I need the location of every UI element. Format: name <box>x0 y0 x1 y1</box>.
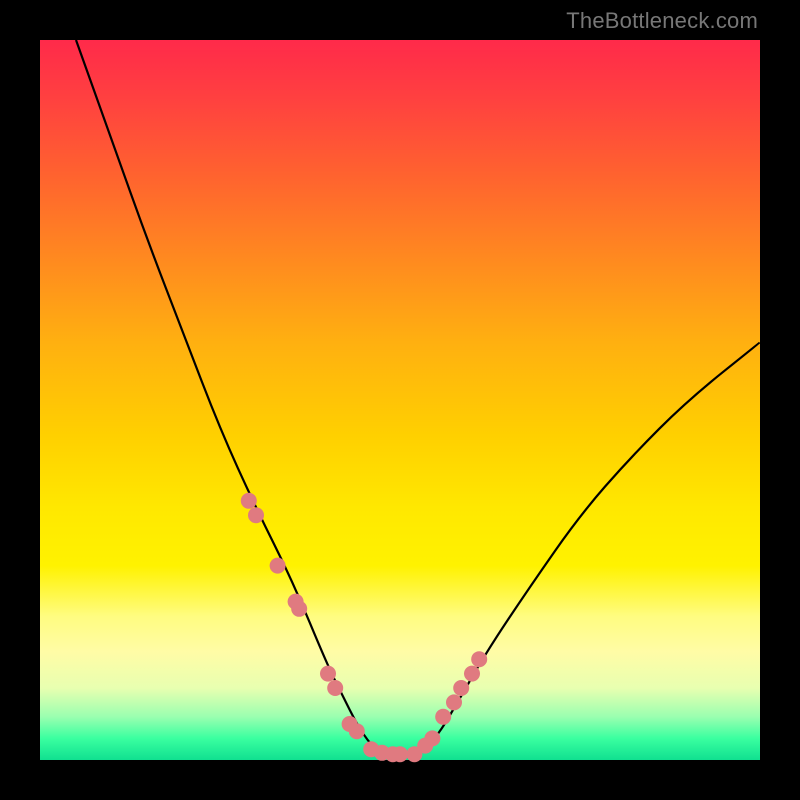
bottleneck-curve <box>76 40 760 756</box>
data-point <box>424 730 440 746</box>
data-point <box>327 680 343 696</box>
chart-frame: TheBottleneck.com <box>0 0 800 800</box>
data-point <box>446 694 462 710</box>
data-point <box>392 746 408 762</box>
chart-svg <box>40 40 760 760</box>
data-point <box>291 601 307 617</box>
data-point <box>241 493 257 509</box>
data-point <box>471 651 487 667</box>
plot-area <box>40 40 760 760</box>
curve-path <box>76 40 760 756</box>
data-point <box>320 666 336 682</box>
watermark-text: TheBottleneck.com <box>566 8 758 34</box>
data-point <box>270 558 286 574</box>
data-point <box>349 723 365 739</box>
data-point <box>453 680 469 696</box>
data-point <box>464 666 480 682</box>
scatter-group <box>241 493 487 762</box>
data-point <box>435 709 451 725</box>
data-point <box>248 507 264 523</box>
